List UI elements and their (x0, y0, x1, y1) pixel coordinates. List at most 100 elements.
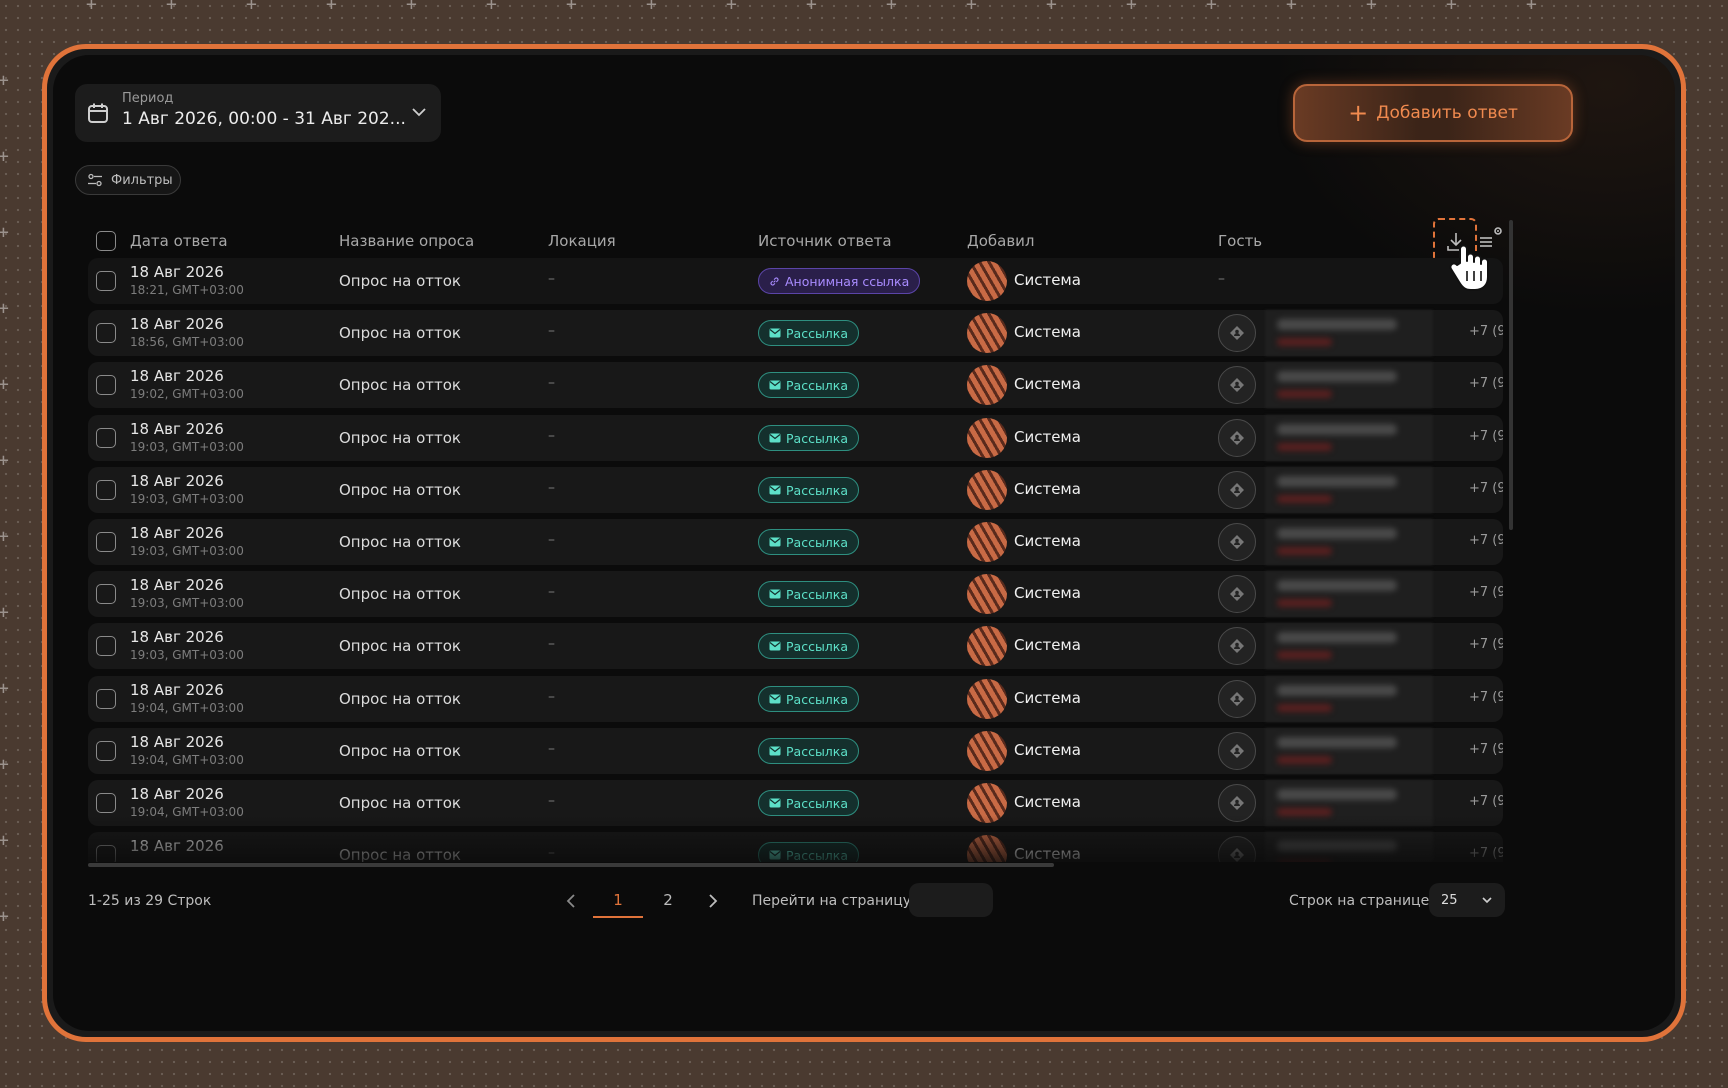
guest-icon (1218, 575, 1256, 613)
period-picker[interactable]: Период 1 Авг 2026, 00:00 - 31 Авг 202... (75, 84, 441, 142)
guest-icon (1218, 732, 1256, 770)
bg-plus-mark: + (246, 0, 257, 15)
answer-time: 19:03, GMT+03:00 (130, 544, 244, 558)
table-row[interactable]: 18 Авг 2026 19:02, GMT+03:00 Опрос на отто… (88, 362, 1503, 408)
row-checkbox[interactable] (96, 428, 116, 448)
added-by-name: Система (1014, 428, 1081, 446)
horizontal-scrollbar[interactable] (88, 863, 1054, 867)
table-row[interactable]: 18 Авг 2026 18:21, GMT+03:00 Опрос на отто… (88, 258, 1503, 304)
row-checkbox[interactable] (96, 480, 116, 500)
added-by-name: Система (1014, 793, 1081, 811)
row-checkbox[interactable] (96, 532, 116, 552)
survey-name: Опрос на отток (339, 585, 461, 603)
table-row[interactable]: 18 Авг 2026 19:04, GMT+03:00 Опрос на отто… (88, 780, 1503, 826)
column-header-date[interactable]: Дата ответа (130, 232, 228, 250)
bg-plus-mark: + (806, 0, 817, 15)
row-checkbox[interactable] (96, 271, 116, 291)
location-value: – (548, 532, 555, 548)
guest-phone: +7 (9 (1469, 324, 1503, 339)
column-header-survey[interactable]: Название опроса (339, 232, 474, 250)
source-badge-mailing: Рассылка (758, 686, 860, 712)
table-row[interactable]: 18 Авг 2026 Опрос на отток – Рассылка Систем… (88, 832, 1503, 862)
avatar (967, 731, 1007, 771)
added-by-name: Система (1014, 271, 1081, 289)
goto-page-input[interactable] (909, 883, 993, 917)
added-by-name: Система (1014, 532, 1081, 550)
select-all-checkbox[interactable] (96, 231, 116, 251)
row-checkbox[interactable] (96, 323, 116, 343)
rows-per-page-select[interactable]: 25 (1429, 883, 1505, 917)
mail-icon (769, 694, 781, 704)
add-answer-button[interactable]: + Добавить ответ (1293, 84, 1573, 142)
column-header-guest[interactable]: Гость (1218, 232, 1262, 250)
table-row[interactable]: 18 Авг 2026 19:03, GMT+03:00 Опрос на отто… (88, 623, 1503, 669)
location-value: – (548, 428, 555, 444)
source-badge-mailing: Рассылка (758, 529, 860, 555)
source-badge-mailing: Рассылка (758, 581, 860, 607)
page-button-1[interactable]: 1 (593, 891, 643, 909)
answer-time: 19:03, GMT+03:00 (130, 492, 244, 506)
answer-date: 18 Авг 2026 (130, 837, 224, 855)
column-header-source[interactable]: Источник ответа (758, 232, 892, 250)
table-row[interactable]: 18 Авг 2026 19:03, GMT+03:00 Опрос на отто… (88, 467, 1503, 513)
source-badge-mailing: Рассылка (758, 372, 860, 398)
bg-plus-mark: + (166, 0, 177, 15)
answer-time: 18:56, GMT+03:00 (130, 335, 244, 349)
table-row[interactable]: 18 Авг 2026 19:03, GMT+03:00 Опрос на отто… (88, 415, 1503, 461)
table-row[interactable]: 18 Авг 2026 19:04, GMT+03:00 Опрос на отто… (88, 676, 1503, 722)
location-value: – (548, 271, 555, 287)
table-row[interactable]: 18 Авг 2026 18:56, GMT+03:00 Опрос на отто… (88, 310, 1503, 356)
bg-plus-mark: + (0, 374, 9, 395)
bg-plus-mark: + (726, 0, 737, 15)
guest-icon (1218, 680, 1256, 718)
bg-plus-mark: + (0, 70, 9, 91)
row-checkbox[interactable] (96, 636, 116, 656)
column-header-added-by[interactable]: Добавил (967, 232, 1035, 250)
app-screen: Период 1 Авг 2026, 00:00 - 31 Авг 202...… (53, 55, 1675, 1031)
guest-phone: +7 (9 (1469, 533, 1503, 548)
survey-name: Опрос на отток (339, 481, 461, 499)
answer-date: 18 Авг 2026 (130, 263, 224, 281)
table-row[interactable]: 18 Авг 2026 19:03, GMT+03:00 Опрос на отто… (88, 571, 1503, 617)
row-checkbox[interactable] (96, 741, 116, 761)
row-checkbox[interactable] (96, 375, 116, 395)
period-label: Период (122, 91, 174, 106)
avatar (967, 470, 1007, 510)
rows-per-page-label: Строк на странице (1289, 893, 1430, 909)
guest-phone: +7 (9 (1469, 376, 1503, 391)
avatar (967, 418, 1007, 458)
source-badge-label: Рассылка (786, 586, 849, 602)
row-checkbox[interactable] (96, 845, 116, 862)
filters-button[interactable]: Фильтры (75, 165, 181, 195)
link-icon (770, 276, 779, 286)
answer-time: 19:03, GMT+03:00 (130, 596, 244, 610)
guest-info-blurred (1265, 310, 1433, 356)
avatar (967, 365, 1007, 405)
table-row[interactable]: 18 Авг 2026 19:03, GMT+03:00 Опрос на отто… (88, 519, 1503, 565)
column-header-location[interactable]: Локация (548, 232, 616, 250)
chevron-right-icon[interactable] (703, 888, 723, 914)
answer-date: 18 Авг 2026 (130, 472, 224, 490)
answer-time: 19:03, GMT+03:00 (130, 440, 244, 454)
answer-time: 19:03, GMT+03:00 (130, 648, 244, 662)
row-checkbox[interactable] (96, 689, 116, 709)
filter-icon (88, 173, 102, 187)
bg-plus-mark: + (486, 0, 497, 15)
active-page-indicator (593, 916, 643, 918)
source-badge-mailing: Рассылка (758, 425, 860, 451)
added-by-name: Система (1014, 323, 1081, 341)
bg-plus-mark: + (0, 830, 9, 851)
chevron-down-icon (412, 108, 426, 117)
guest-phone: +7 (9 (1469, 481, 1503, 496)
vertical-scrollbar[interactable] (1509, 220, 1513, 530)
survey-name: Опрос на отток (339, 742, 461, 760)
bg-plus-mark: + (0, 450, 9, 471)
row-checkbox[interactable] (96, 793, 116, 813)
survey-name: Опрос на отток (339, 794, 461, 812)
row-checkbox[interactable] (96, 584, 116, 604)
table-row[interactable]: 18 Авг 2026 19:04, GMT+03:00 Опрос на отто… (88, 728, 1503, 774)
location-value: – (548, 689, 555, 705)
page-button-2[interactable]: 2 (643, 891, 693, 909)
chevron-left-icon[interactable] (561, 888, 581, 914)
answer-date: 18 Авг 2026 (130, 420, 224, 438)
